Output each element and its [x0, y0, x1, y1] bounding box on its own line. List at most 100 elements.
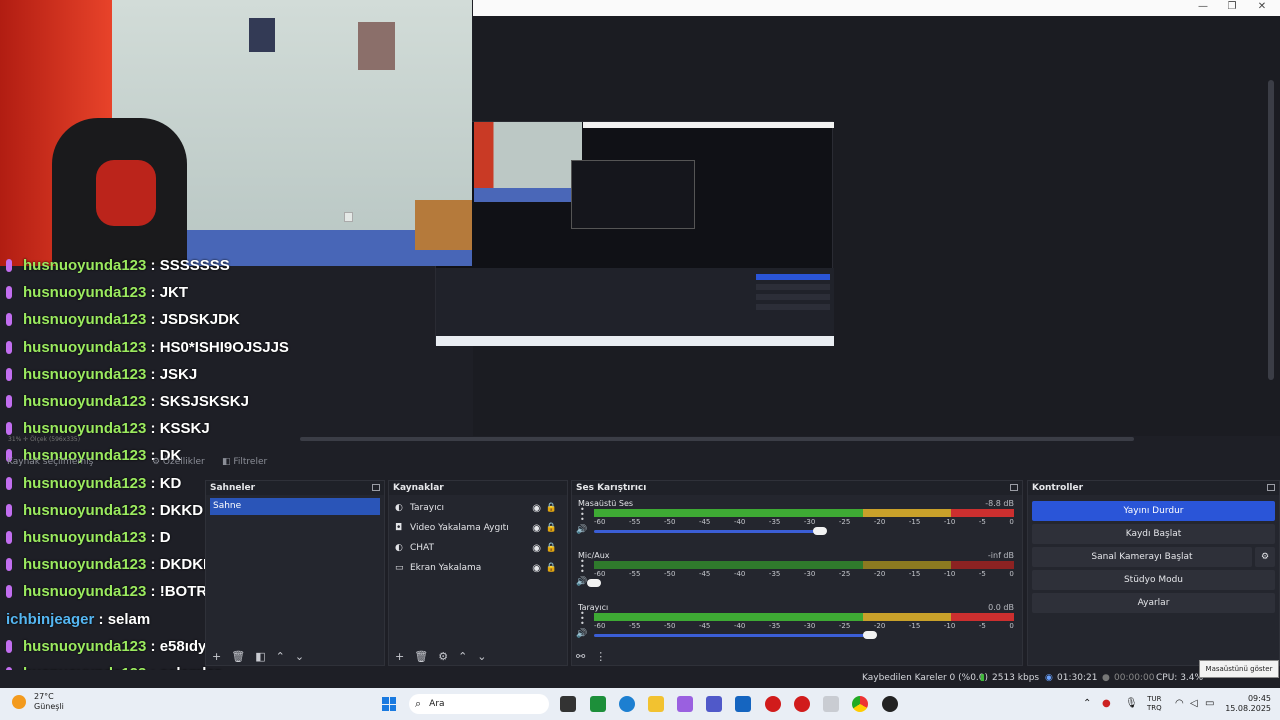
- start-recording-button[interactable]: Kaydı Başlat: [1032, 524, 1275, 544]
- chat-text: JKT: [159, 284, 189, 302]
- volume-slider[interactable]: [594, 530, 821, 533]
- tray-app-icon[interactable]: ●: [1102, 698, 1111, 709]
- microphone-icon[interactable]: 🎙: [1125, 698, 1138, 709]
- eye-icon[interactable]: ◉: [532, 523, 541, 534]
- move-down-icon[interactable]: ⌄: [295, 650, 304, 663]
- stop-stream-button[interactable]: Yayını Durdur: [1032, 501, 1275, 521]
- meter-tick: -10: [943, 570, 956, 578]
- gear-icon[interactable]: ⚙: [438, 650, 448, 663]
- lock-icon[interactable]: 🔒: [546, 503, 557, 513]
- volume-slider-knob[interactable]: [813, 527, 828, 535]
- add-icon[interactable]: +: [395, 650, 404, 663]
- teams-icon[interactable]: [706, 696, 722, 712]
- move-up-icon[interactable]: ⌃: [458, 650, 467, 663]
- dock-popout-icon[interactable]: [372, 484, 380, 491]
- chat-username: husnuoyunda123: [23, 501, 147, 519]
- menu-icon[interactable]: ⋮: [595, 650, 606, 663]
- studio-mode-button[interactable]: Stüdyo Modu: [1032, 570, 1275, 590]
- channel-db: 0.0 dB: [988, 603, 1014, 612]
- lock-icon[interactable]: 🔒: [546, 523, 557, 533]
- volume-icon[interactable]: ◁: [1190, 698, 1198, 709]
- channel-name: Masaüstü Ses: [578, 499, 634, 508]
- volume-slider[interactable]: [594, 634, 870, 637]
- speaker-icon[interactable]: 🔊: [576, 577, 587, 587]
- battery-icon[interactable]: ▭: [1205, 698, 1214, 709]
- settings-button[interactable]: Ayarlar: [1032, 593, 1275, 613]
- weather-widget[interactable]: 27°C Güneşli: [12, 692, 64, 712]
- move-down-icon[interactable]: ⌄: [477, 650, 486, 663]
- channel-menu-icon[interactable]: • • •: [580, 610, 585, 628]
- task-view-icon[interactable]: [560, 696, 576, 712]
- eye-icon[interactable]: ◉: [532, 543, 541, 554]
- clock[interactable]: 09:45 15.08.2025: [1219, 694, 1271, 714]
- weather-temp: 27°C: [34, 692, 54, 701]
- chat-username: husnuoyunda123: [23, 583, 147, 601]
- gear-icon[interactable]: ⚙: [1255, 547, 1275, 567]
- volume-slider-knob[interactable]: [587, 579, 601, 587]
- scene-item[interactable]: Sahne: [210, 498, 380, 515]
- chat-username: husnuoyunda123: [23, 365, 147, 383]
- volume-meter: [594, 561, 1014, 569]
- chat-username: husnuoyunda123: [23, 637, 147, 655]
- windows-start-icon[interactable]: [382, 697, 396, 711]
- source-item[interactable]: ◘ Video Yakalama Aygıtı ◉ 🔒: [389, 518, 567, 538]
- app-red-2-icon[interactable]: [794, 696, 810, 712]
- meter-tick: -30: [803, 518, 816, 526]
- close-icon[interactable]: ✕: [1252, 1, 1272, 12]
- source-item[interactable]: ◐ CHAT ◉ 🔒: [389, 538, 567, 558]
- meter-tick: -35: [768, 570, 781, 578]
- lock-icon[interactable]: 🔒: [546, 543, 557, 553]
- lock-icon[interactable]: 🔒: [546, 563, 557, 573]
- app-gray-icon[interactable]: [823, 696, 839, 712]
- dock-popout-icon[interactable]: [1010, 484, 1018, 491]
- trash-icon[interactable]: 🗑: [231, 650, 245, 663]
- scenes-title: Sahneler: [210, 483, 256, 493]
- clock-time: 09:45: [1247, 694, 1271, 703]
- filter-icon[interactable]: ◧: [255, 650, 265, 663]
- trash-icon[interactable]: 🗑: [414, 650, 428, 663]
- chat-username: husnuoyunda123: [23, 284, 147, 302]
- search-box[interactable]: ⌕ Ara: [409, 694, 549, 714]
- meter-tick: -20: [873, 570, 886, 578]
- preview-docks: [436, 268, 834, 336]
- copilot-icon[interactable]: [677, 696, 693, 712]
- properties-button[interactable]: ⚙ Özellikler: [152, 457, 205, 467]
- app-red-icon[interactable]: [765, 696, 781, 712]
- preview-vertical-scrollbar[interactable]: [1268, 80, 1274, 380]
- add-icon[interactable]: +: [212, 650, 221, 663]
- mixer-channel: Mic/Aux -inf dB • • • -60 -55 -50 -45 -40 -35 -30 -2…: [572, 547, 1022, 599]
- dock-popout-icon[interactable]: [1267, 484, 1275, 491]
- speaker-icon[interactable]: 🔊: [576, 525, 587, 535]
- meter-tick: -5: [978, 570, 986, 578]
- language-indicator[interactable]: TUR TRQ: [1147, 695, 1162, 713]
- channel-menu-icon[interactable]: • • •: [580, 558, 585, 576]
- wifi-icon[interactable]: ◠: [1175, 698, 1184, 709]
- move-up-icon[interactable]: ⌃: [276, 650, 285, 663]
- edge-icon[interactable]: [619, 696, 635, 712]
- chrome-icon[interactable]: [852, 696, 868, 712]
- chat-username: husnuoyunda123: [23, 420, 147, 438]
- channel-menu-icon[interactable]: • • •: [580, 506, 585, 524]
- xbox-icon[interactable]: [590, 696, 606, 712]
- virtual-camera-button[interactable]: Sanal Kamerayı Başlat: [1032, 547, 1252, 567]
- obs-icon[interactable]: [882, 696, 898, 712]
- speaker-icon[interactable]: 🔊: [576, 629, 587, 639]
- meter-tick: -40: [733, 518, 746, 526]
- volume-slider-knob[interactable]: [863, 631, 877, 639]
- source-item[interactable]: ▭ Ekran Yakalama ◉ 🔒: [389, 558, 567, 578]
- minimize-icon[interactable]: —: [1193, 1, 1213, 12]
- eye-icon[interactable]: ◉: [532, 503, 541, 514]
- live-time: 01:30:21: [1057, 673, 1098, 683]
- meter-tick: -45: [698, 622, 711, 630]
- store-icon[interactable]: [735, 696, 751, 712]
- audio-mixer-dock: Ses Karıştırıcı Masaüstü Ses -8.8 dB • • • -6…: [571, 480, 1023, 666]
- filters-button[interactable]: ◧ Filtreler: [222, 457, 267, 467]
- folder-icon[interactable]: [648, 696, 664, 712]
- status-bar: Kaybedilen Kareler 0 (%0.0) ▮ 2513 kbps …: [0, 670, 1280, 687]
- chevron-up-icon[interactable]: ⌃: [1083, 698, 1091, 709]
- eye-icon[interactable]: ◉: [532, 563, 541, 574]
- maximize-icon[interactable]: ❐: [1222, 1, 1242, 12]
- source-item[interactable]: ◐ Tarayıcı ◉ 🔒: [389, 498, 567, 518]
- webcam-feed: [0, 0, 472, 266]
- link-icon[interactable]: ⚯: [576, 650, 585, 663]
